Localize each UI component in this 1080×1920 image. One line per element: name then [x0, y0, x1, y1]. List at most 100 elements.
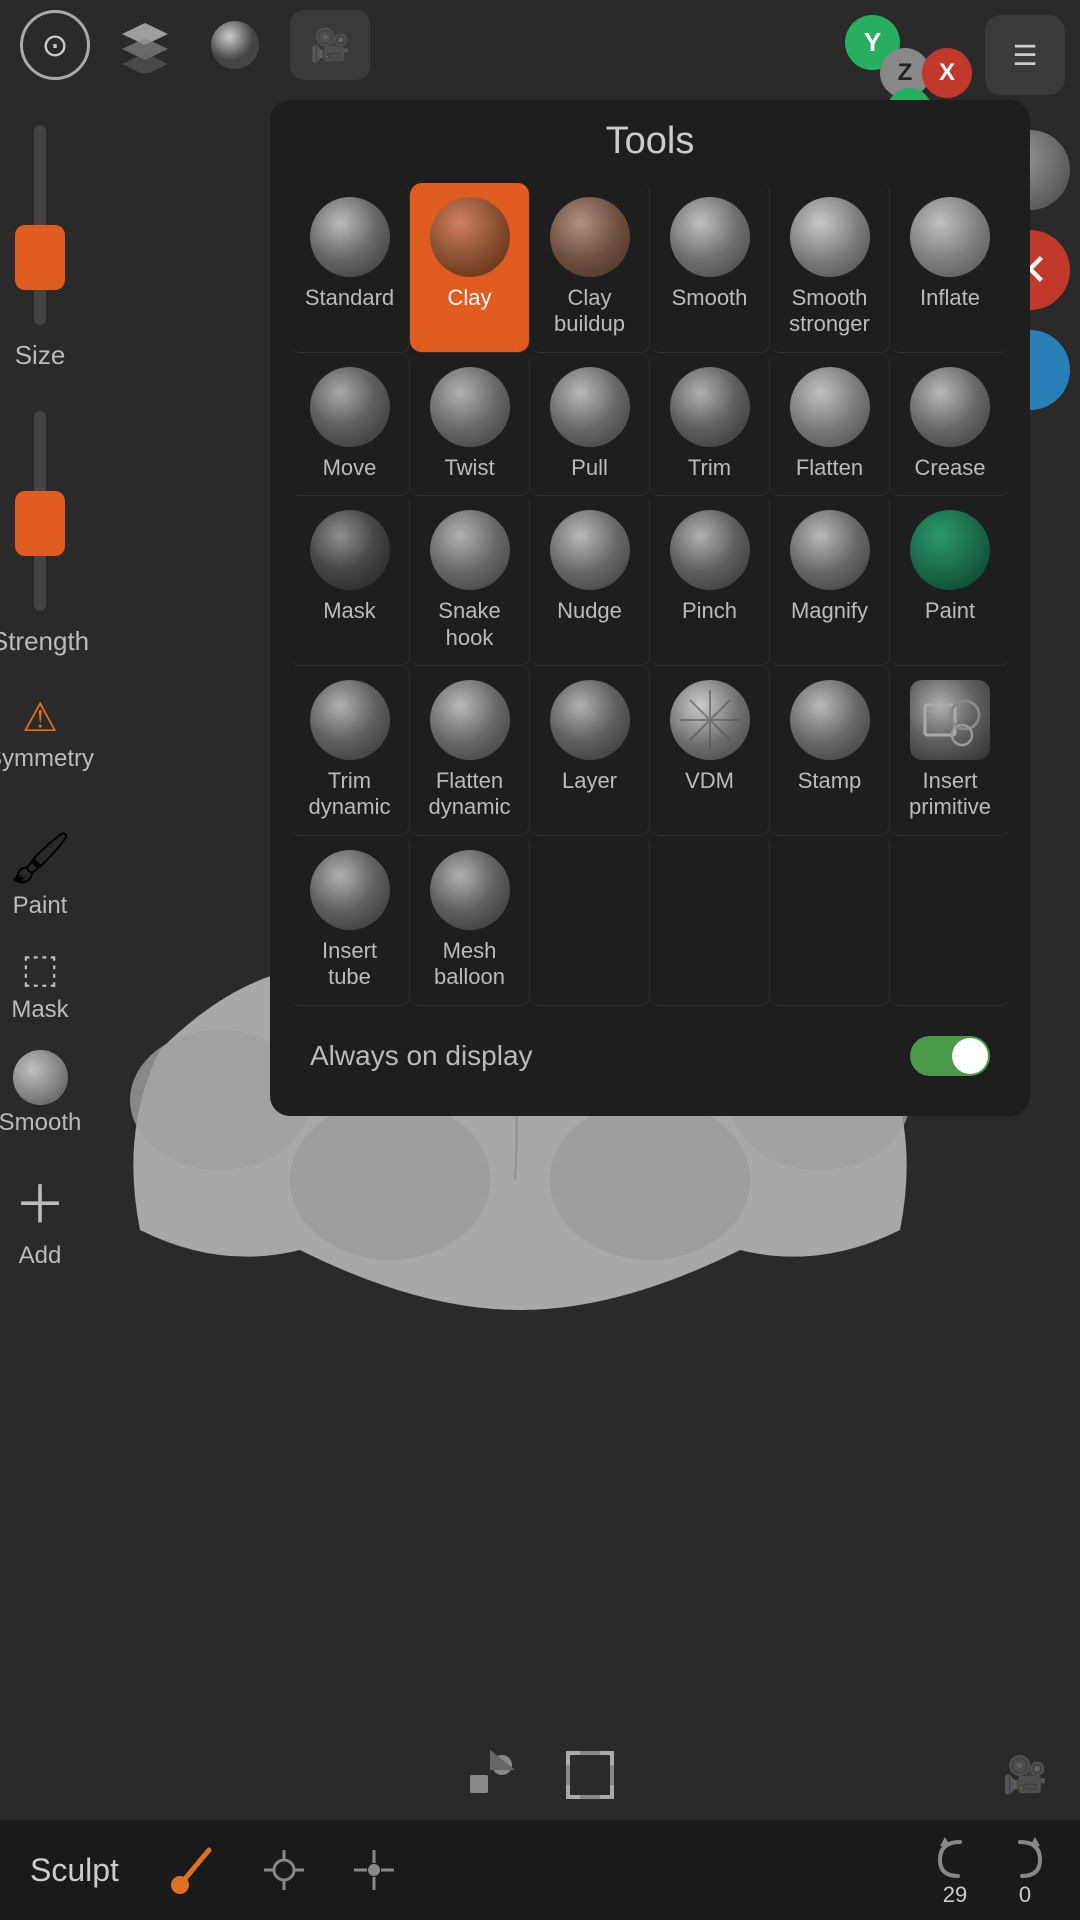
- tool-item-clay[interactable]: Clay: [410, 183, 530, 353]
- undo-button[interactable]: 29: [930, 1832, 980, 1908]
- fullscreen-icon[interactable]: [555, 1740, 625, 1810]
- tool-item-vdm[interactable]: VDM: [650, 666, 770, 836]
- add-icon: ＋: [14, 1163, 66, 1238]
- tool-item-standard[interactable]: Standard: [290, 183, 410, 353]
- tool-label-crease: Crease: [915, 455, 986, 481]
- video-icon[interactable]: 🎥: [990, 1740, 1060, 1810]
- tool-item-crease[interactable]: Crease: [890, 353, 1010, 496]
- tool-item-clay_buildup[interactable]: Clay buildup: [530, 183, 650, 353]
- tool-label-move: Move: [323, 455, 377, 481]
- tool-item-mask[interactable]: Mask: [290, 496, 410, 666]
- tool-label-inflate: Inflate: [920, 285, 980, 311]
- tool-label-paint: Paint: [925, 598, 975, 624]
- size-slider-thumb[interactable]: [15, 225, 65, 290]
- tool-item-move[interactable]: Move: [290, 353, 410, 496]
- tool-label-trim_dynamic: Trim dynamic: [298, 768, 401, 821]
- tool-item-pull[interactable]: Pull: [530, 353, 650, 496]
- tool-ball-move: [310, 367, 390, 447]
- tool-item-insert_primitive[interactable]: Insert primitive: [890, 666, 1010, 836]
- tool-ball-smooth_stronger: [790, 197, 870, 277]
- tool-label-mask: Mask: [323, 598, 376, 624]
- tool-label-insert_tube: Insert tube: [298, 938, 401, 991]
- tool-label-snake_hook: Snake hook: [418, 598, 521, 651]
- tool-item-stamp[interactable]: Stamp: [770, 666, 890, 836]
- tool-ball-trim: [670, 367, 750, 447]
- tool-item-smooth_stronger[interactable]: Smooth stronger: [770, 183, 890, 353]
- tool-ball-mesh_balloon: [430, 850, 510, 930]
- tool-ball-smooth: [670, 197, 750, 277]
- tool-label-insert_primitive: Insert primitive: [898, 768, 1002, 821]
- tool-ball-insert_tube: [310, 850, 390, 930]
- tools-title: Tools: [290, 120, 1010, 163]
- tool-item-smooth[interactable]: Smooth: [650, 183, 770, 353]
- always-display-toggle[interactable]: [910, 1036, 990, 1076]
- tool-ball-nudge: [550, 510, 630, 590]
- symmetry-icon: ⚠: [22, 695, 58, 741]
- tool-label-trim: Trim: [688, 455, 731, 481]
- mesh-settings-button[interactable]: [249, 1835, 319, 1905]
- tool-label-pinch: Pinch: [682, 598, 737, 624]
- redo-button[interactable]: 0: [1000, 1832, 1050, 1908]
- tool-item-mesh_balloon[interactable]: Mesh balloon: [410, 836, 530, 1006]
- strength-slider-track[interactable]: [34, 411, 46, 611]
- always-display-label: Always on display: [310, 1040, 533, 1072]
- add-label: Add: [19, 1242, 62, 1270]
- redo-count: 0: [1019, 1882, 1031, 1908]
- tool-item-twist[interactable]: Twist: [410, 353, 530, 496]
- tool-label-flatten_dynamic: Flatten dynamic: [418, 768, 521, 821]
- tool-item-insert_tube[interactable]: Insert tube: [290, 836, 410, 1006]
- tool-ball-trim_dynamic: [310, 680, 390, 760]
- tool-ball-mask: [310, 510, 390, 590]
- tool-ball-clay_buildup: [550, 197, 630, 277]
- always-on-display-row: Always on display: [290, 1016, 1010, 1096]
- size-slider-track[interactable]: [34, 125, 46, 325]
- tools-panel: Tools Standard Clay Clay buildup Smooth Smoo…: [270, 100, 1030, 1116]
- tool-ball-insert_primitive: [910, 680, 990, 760]
- tool-ball-twist: [430, 367, 510, 447]
- tool-item-trim[interactable]: Trim: [650, 353, 770, 496]
- tool-item-nudge[interactable]: Nudge: [530, 496, 650, 666]
- tool-ball-standard: [310, 197, 390, 277]
- tool-item-flatten[interactable]: Flatten: [770, 353, 890, 496]
- tool-item-magnify[interactable]: Magnify: [770, 496, 890, 666]
- record-button[interactable]: ⊙: [20, 10, 90, 80]
- tool-label-magnify: Magnify: [791, 598, 868, 624]
- sphere-icon[interactable]: [200, 10, 270, 80]
- size-label: Size: [15, 340, 66, 371]
- tool-item-inflate[interactable]: Inflate: [890, 183, 1010, 353]
- tool-item-empty: [770, 836, 890, 1006]
- tool-label-clay_buildup: Clay buildup: [538, 285, 641, 338]
- tool-ball-crease: [910, 367, 990, 447]
- undo-count: 29: [943, 1882, 967, 1908]
- tool-item-paint[interactable]: Paint: [890, 496, 1010, 666]
- tool-ball-flatten_dynamic: [430, 680, 510, 760]
- mask-icon: ⬚: [21, 946, 59, 992]
- camera-button[interactable]: 🎥: [290, 10, 370, 80]
- tool-item-snake_hook[interactable]: Snake hook: [410, 496, 530, 666]
- strength-slider-thumb[interactable]: [15, 491, 65, 556]
- brush-tool-button[interactable]: [159, 1835, 229, 1905]
- tool-item-pinch[interactable]: Pinch: [650, 496, 770, 666]
- layers-icon[interactable]: [110, 10, 180, 80]
- bottom-right-icons: 🎥: [990, 1740, 1060, 1810]
- toggle-knob: [952, 1038, 988, 1074]
- tool-ball-layer: [550, 680, 630, 760]
- transform-button[interactable]: [339, 1835, 409, 1905]
- tool-label-flatten: Flatten: [796, 455, 863, 481]
- tool-ball-flatten: [790, 367, 870, 447]
- bottom-bar: Sculpt 29: [0, 1820, 1080, 1920]
- tool-ball-inflate: [910, 197, 990, 277]
- tool-label-clay: Clay: [447, 285, 491, 311]
- tool-label-smooth: Smooth: [672, 285, 748, 311]
- tool-ball-clay: [430, 197, 510, 277]
- tool-item-trim_dynamic[interactable]: Trim dynamic: [290, 666, 410, 836]
- primitives-icon[interactable]: [455, 1740, 525, 1810]
- tool-label-pull: Pull: [571, 455, 608, 481]
- tool-label-stamp: Stamp: [798, 768, 862, 794]
- tool-ball-stamp: [790, 680, 870, 760]
- top-bar: ⊙ 🎥: [0, 0, 1080, 90]
- tool-item-empty: [650, 836, 770, 1006]
- tool-item-layer[interactable]: Layer: [530, 666, 650, 836]
- tool-item-flatten_dynamic[interactable]: Flatten dynamic: [410, 666, 530, 836]
- tool-item-empty: [530, 836, 650, 1006]
